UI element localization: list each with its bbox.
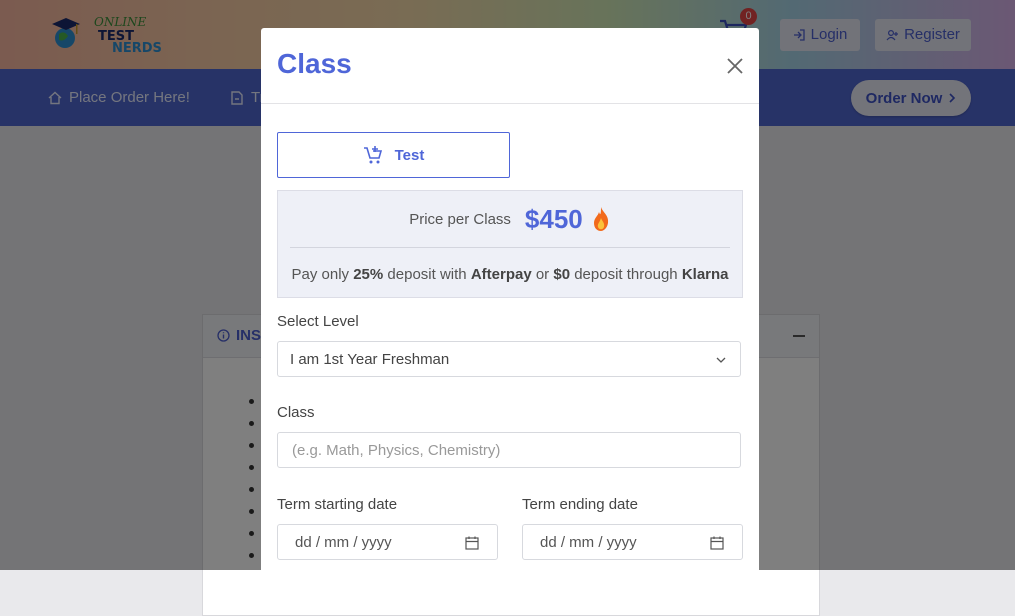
class-field-label: Class [277,404,315,421]
modal-title: Class [277,48,352,79]
term-end-date-input[interactable]: dd / mm / yyyy [522,524,743,560]
term-start-label: Term starting date [277,496,398,513]
add-to-cart-icon [363,146,382,164]
tab-test[interactable]: Test [277,132,510,178]
term-start-placeholder: dd / mm / yyyy [295,534,392,551]
fire-icon [593,207,608,231]
price-value: $450 [524,203,583,234]
class-input[interactable] [277,432,741,468]
price-box: Price per Class $450 Pay only 25% deposi… [277,190,743,298]
class-order-modal: Class Test Price per Class $450 Pay only… [261,28,759,588]
select-level-dropdown[interactable]: I am 1st Year Freshman [277,341,741,377]
modal-header: Class [261,28,759,104]
calendar-icon[interactable] [465,536,479,550]
term-start-date-input[interactable]: dd / mm / yyyy [277,524,498,560]
divider [290,247,730,248]
term-end-label: Term ending date [522,496,638,513]
chevron-down-icon [716,357,726,363]
select-level-label: Select Level [277,313,359,330]
close-icon[interactable] [725,56,745,76]
select-level-value: I am 1st Year Freshman [290,351,450,368]
calendar-icon[interactable] [710,536,724,550]
term-end-placeholder: dd / mm / yyyy [540,534,637,551]
deposit-info: Pay only 25% deposit with Afterpay or $0… [291,266,729,283]
tab-test-label: Test [394,146,425,164]
price-label: Price per Class [409,210,511,228]
